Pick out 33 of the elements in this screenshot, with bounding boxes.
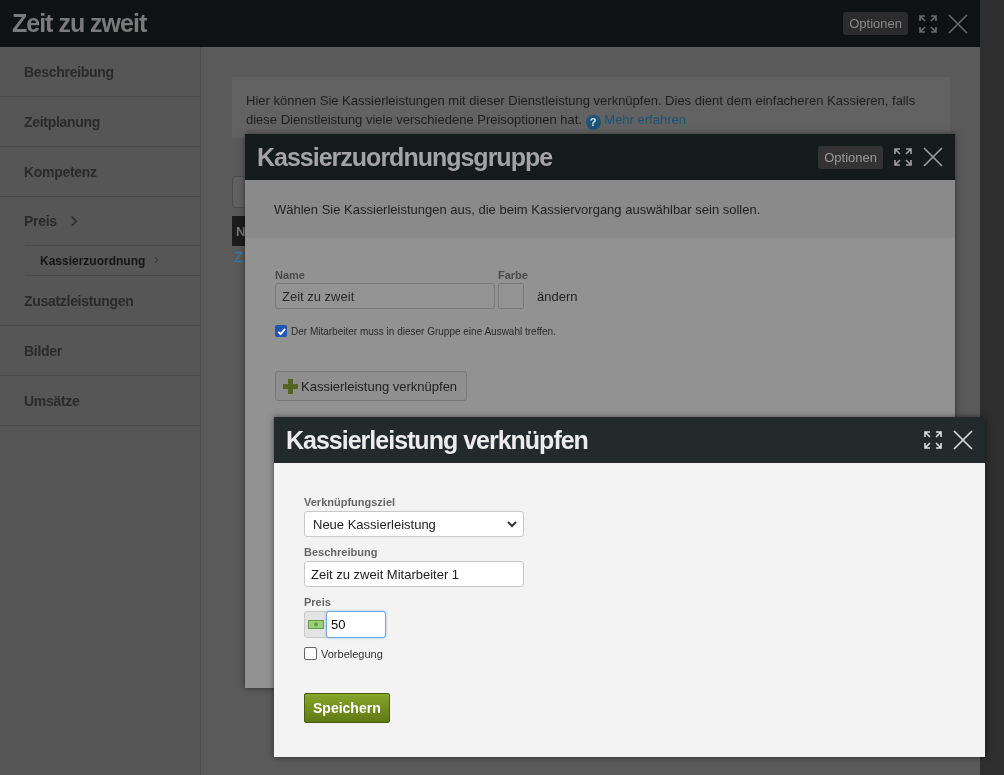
dialog-title: Kassierleistung verknüpfen	[286, 425, 589, 455]
checkbox-label: Der Mitarbeiter muss in dieser Gruppe eine Auswahl treffen.	[291, 325, 556, 337]
checkbox[interactable]	[275, 325, 287, 337]
banknote-icon	[308, 620, 324, 629]
dialog-title: Kassierzuordnungsgruppe	[257, 142, 554, 172]
field-label: Farbe	[498, 269, 528, 281]
change-color-link[interactable]: ändern	[536, 274, 578, 304]
info-text: Hier können Sie Kassierleistungen mit dieser Dienstleistung verknüpfen. Dies dient dem einfacheren Kassieren, falls diese Dienstleistung viele verschiedene Preisoptionen hat. ? Mehr erfahren	[246, 92, 917, 130]
sidebar-subitem[interactable]: Kassierzuordnung	[25, 245, 200, 276]
plus-icon	[283, 378, 298, 394]
checkbox[interactable]	[304, 647, 317, 660]
expand-icon[interactable]	[893, 147, 913, 167]
target-select[interactable]: Neue Kassierleistung	[304, 511, 524, 537]
description-text: Wählen Sie Kassierleistungen aus, die beim Kassiervorgang auswählbar sein sollen.	[274, 201, 761, 217]
help-icon[interactable]: ?	[585, 115, 601, 130]
options-button[interactable]: Optionen	[818, 145, 883, 169]
window-title: Zeit zu zweit	[12, 9, 148, 38]
price-field[interactable]: 50	[326, 611, 386, 638]
field-label: Beschreibung	[304, 546, 379, 558]
save-button[interactable]: Speichern	[304, 693, 390, 723]
field-label: Verknüpfungsziel	[304, 496, 397, 508]
description-field[interactable]: Zeit zu zweit Mitarbeiter 1	[304, 561, 524, 587]
field-label: Name	[275, 269, 306, 281]
field-label: Preis	[304, 596, 332, 608]
link-service-button[interactable]: Kassierleistung verknüpfen	[275, 371, 468, 401]
caret-down-icon	[507, 520, 517, 528]
options-button[interactable]: Optionen	[843, 12, 908, 35]
color-swatch[interactable]	[498, 283, 524, 309]
name-field[interactable]: Zeit zu zweit	[275, 283, 495, 309]
chevron-right-icon	[68, 214, 78, 228]
checkbox-label: Vorbelegung	[321, 647, 383, 660]
chevron-right-icon	[153, 256, 160, 265]
close-icon[interactable]	[923, 147, 943, 167]
